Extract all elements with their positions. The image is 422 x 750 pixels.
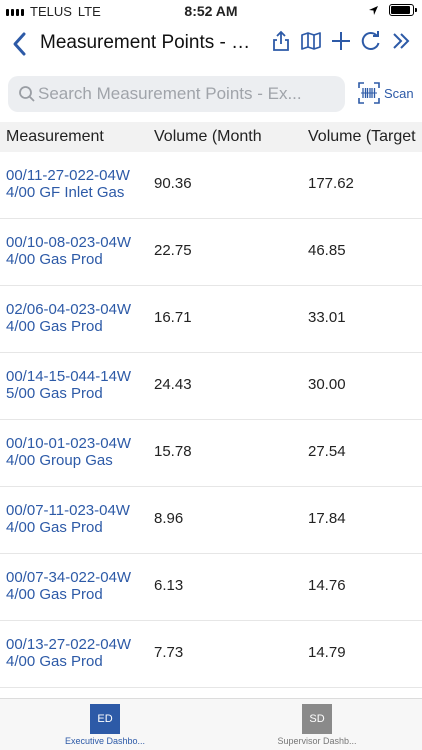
table-row[interactable]: 00/10-01-023-04W 4/00 Group Gas 15.78 27.… [0,420,422,487]
measurement-name-line2: 4/00 Gas Prod [6,586,103,603]
share-button[interactable] [270,30,292,52]
volume-target-cell: 46.85 [308,242,346,259]
volume-target-cell: 177.62 [308,175,354,192]
search-input[interactable] [38,82,333,106]
volume-month-cell: 15.78 [154,443,192,460]
scan-label: Scan [384,85,414,101]
table-row[interactable]: 00/14-15-044-14W 5/00 Gas Prod 24.43 30.0… [0,353,422,420]
measurement-name[interactable]: 00/07-11-023-04W 4/00 Gas Prod [6,502,151,536]
measurement-name[interactable]: 00/11-27-022-04W 4/00 GF Inlet Gas [6,167,151,201]
volume-target-cell: 33.01 [308,309,346,326]
scan-button[interactable]: Scan [358,82,414,104]
refresh-button[interactable] [360,30,382,52]
volume-month-cell: 90.36 [154,175,192,192]
volume-target-cell: 30.00 [308,376,346,393]
measurement-name-line2: 4/00 Gas Prod [6,251,103,268]
more-button[interactable] [390,30,412,52]
measurement-name-line2: 4/00 Gas Prod [6,519,103,536]
executive-dashboard-icon: ED [90,704,120,734]
measurement-name-line1: 00/13-27-022-04W [6,636,132,653]
double-chevron-icon [393,33,410,49]
measurement-name[interactable]: 00/14-15-044-14W 5/00 Gas Prod [6,368,151,402]
map-icon [301,32,321,50]
back-button[interactable] [8,30,32,58]
table-row[interactable]: 00/07-11-023-04W 4/00 Gas Prod 8.96 17.84 [0,487,422,554]
battery-fill [391,6,410,14]
tab-label-supervisor: Supervisor Dashb... [277,736,357,746]
page-title: Measurement Points - Execu… [40,32,262,53]
volume-target-cell: 14.76 [308,577,346,594]
share-icon [273,30,289,51]
volume-month-cell: 24.43 [154,376,192,393]
measurement-name-line1: 00/10-01-023-04W [6,435,132,452]
tab-supervisor-dashboard[interactable]: SD Supervisor Dashb... [252,704,382,746]
measurement-name-line1: 02/06-04-023-04W [6,301,132,318]
status-bar: TELUS LTE 8:52 AM [0,0,422,22]
nav-actions [270,30,412,52]
column-header-volume-target[interactable]: Volume (Target [308,128,420,146]
barcode-icon [358,82,380,104]
measurement-name[interactable]: 00/13-27-022-04W 4/00 Gas Prod [6,636,151,670]
measurement-name-line1: 00/14-15-044-14W [6,368,132,385]
tab-label-executive: Executive Dashbo... [64,736,146,746]
measurement-name-line1: 00/07-34-022-04W [6,569,132,586]
measurement-name-line1: 00/10-08-023-04W [6,234,132,251]
table-row[interactable]: 00/07-34-022-04W 4/00 Gas Prod 6.13 14.76 [0,554,422,621]
measurement-name-line1: 00/11-27-022-04W [6,167,130,184]
search-box[interactable] [8,76,345,112]
measurement-name[interactable]: 02/06-04-023-04W 4/00 Gas Prod [6,301,151,335]
tab-bar: ED Executive Dashbo... SD Supervisor Das… [0,698,422,750]
column-header-measurement[interactable]: Measurement [6,128,146,146]
measurement-name-line1: 00/07-11-023-04W [6,502,130,519]
supervisor-dashboard-icon: SD [302,704,332,734]
measurement-name-line2: 4/00 Gas Prod [6,653,103,670]
table-row[interactable]: 00/13-27-022-04W 4/00 Gas Prod 7.73 14.79 [0,621,422,688]
measurement-name-line2: 5/00 Gas Prod [6,385,103,402]
add-icon [332,32,350,50]
search-icon [19,86,35,102]
volume-month-cell: 22.75 [154,242,192,259]
refresh-icon [361,31,380,50]
measurement-name-line2: 4/00 Group Gas [6,452,113,469]
volume-target-cell: 27.54 [308,443,346,460]
measurement-name[interactable]: 00/10-01-023-04W 4/00 Group Gas [6,435,151,469]
table-row[interactable]: 02/06-04-023-04W 4/00 Gas Prod 16.71 33.0… [0,286,422,353]
search-row: Scan [0,76,422,112]
location-icon [369,5,378,15]
status-right [368,4,417,16]
volume-month-cell: 16.71 [154,309,192,326]
volume-month-cell: 8.96 [154,510,184,527]
table-row[interactable]: 00/11-27-022-04W 4/00 GF Inlet Gas 90.36 … [0,152,422,219]
battery-icon [389,4,417,16]
back-chevron-icon [13,32,26,56]
volume-target-cell: 14.79 [308,644,346,661]
tab-executive-dashboard[interactable]: ED Executive Dashbo... [40,704,170,746]
add-button[interactable] [330,30,352,52]
measurement-name[interactable]: 00/07-34-022-04W 4/00 Gas Prod [6,569,151,603]
measurement-name-line2: 4/00 Gas Prod [6,318,103,335]
map-button[interactable] [300,30,322,52]
column-header-volume-month[interactable]: Volume (Month [154,128,300,146]
measurement-name[interactable]: 00/10-08-023-04W 4/00 Gas Prod [6,234,151,268]
nav-bar: Measurement Points - Execu… [0,22,422,66]
measurement-name-line2: 4/00 GF Inlet Gas [6,184,125,201]
volume-month-cell: 7.73 [154,644,184,661]
status-time: 8:52 AM [184,3,238,19]
volume-month-cell: 6.13 [154,577,184,594]
table-row[interactable]: 00/10-08-023-04W 4/00 Gas Prod 22.75 46.8… [0,219,422,286]
table-header: Measurement Volume (Month Volume (Target [0,122,422,152]
volume-target-cell: 17.84 [308,510,346,527]
table-body: 00/11-27-022-04W 4/00 GF Inlet Gas 90.36 … [0,152,422,688]
